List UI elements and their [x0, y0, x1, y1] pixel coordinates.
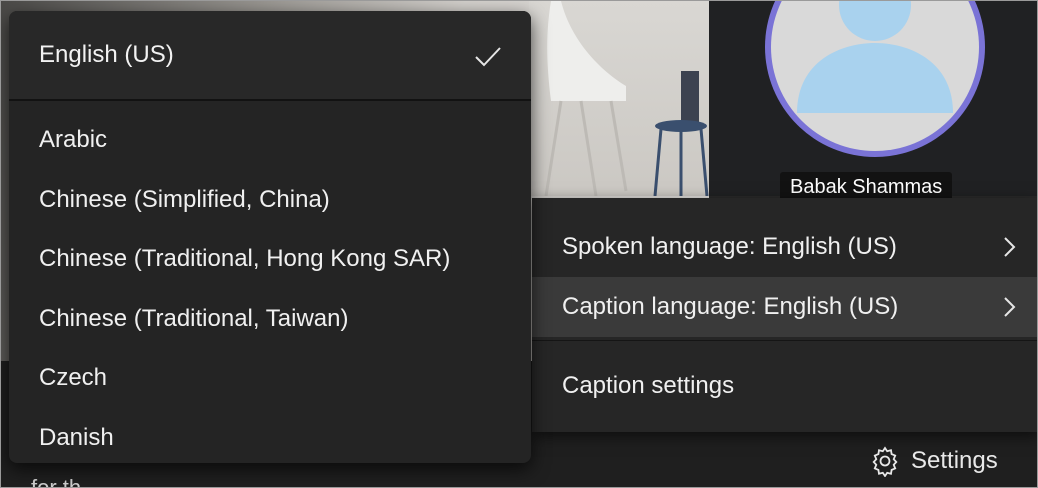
- settings-button[interactable]: Settings: [869, 441, 998, 481]
- spoken-language-item[interactable]: Spoken language: English (US): [532, 217, 1037, 277]
- chair-graphic: [544, 1, 628, 196]
- language-option-label: Czech: [39, 364, 108, 391]
- stool-graphic: [653, 71, 709, 196]
- language-option[interactable]: Chinese (Simplified, China): [9, 170, 531, 230]
- language-option-label: Danish: [39, 424, 114, 451]
- settings-label: Settings: [911, 447, 998, 474]
- gear-icon: [872, 446, 898, 477]
- checkmark-icon: [475, 47, 501, 67]
- caption-language-label: Caption language: English (US): [562, 293, 899, 320]
- chevron-right-icon: [1004, 297, 1016, 317]
- language-option-label: Arabic: [39, 126, 108, 153]
- language-option-label: Chinese (Simplified, China): [39, 186, 330, 213]
- selected-language-label: English (US): [39, 41, 174, 68]
- caption-language-item[interactable]: Caption language: English (US): [532, 277, 1037, 337]
- caption-settings-label: Caption settings: [562, 372, 735, 399]
- language-option[interactable]: Czech: [9, 348, 531, 408]
- language-option-label: Chinese (Traditional, Hong Kong SAR): [39, 245, 451, 272]
- language-option[interactable]: Danish: [9, 408, 531, 463]
- submenu-divider: [532, 340, 1037, 341]
- meeting-window: Babak Shammas for th Spoken language: En…: [0, 0, 1038, 488]
- chevron-right-icon: [1004, 237, 1016, 257]
- spoken-language-label: Spoken language: English (US): [562, 233, 897, 260]
- background-text: for th: [31, 475, 82, 488]
- language-divider: [9, 99, 531, 101]
- language-option[interactable]: Chinese (Traditional, Taiwan): [9, 289, 531, 349]
- language-dropdown: English (US) Arabic Chinese (Simplified,…: [9, 11, 531, 463]
- language-option[interactable]: Arabic: [9, 110, 531, 170]
- captions-submenu: Spoken language: English (US) Caption la…: [532, 198, 1037, 432]
- caption-settings-item[interactable]: Caption settings: [532, 356, 1037, 416]
- selected-language-option[interactable]: English (US): [9, 11, 531, 99]
- language-option[interactable]: Chinese (Traditional, Hong Kong SAR): [9, 229, 531, 289]
- language-option-label: Chinese (Traditional, Taiwan): [39, 305, 349, 332]
